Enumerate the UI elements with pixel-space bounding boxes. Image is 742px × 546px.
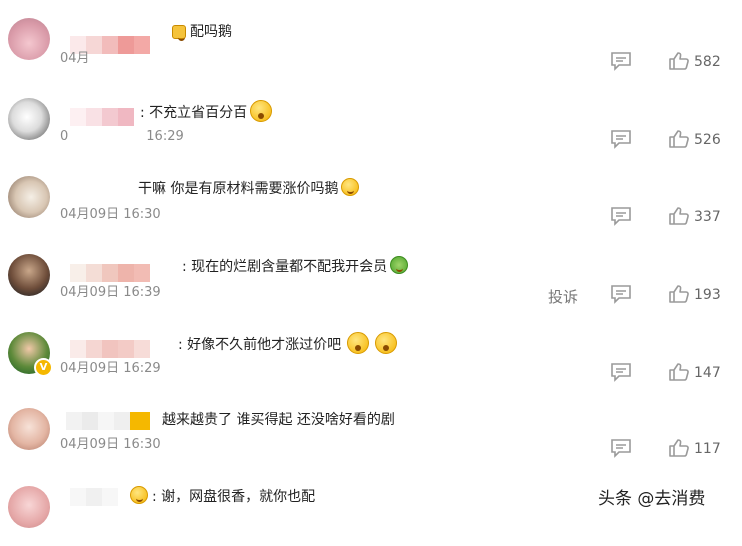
emoji-icon: [375, 332, 398, 354]
emoji-icon: [130, 486, 148, 504]
username-mosaic: [70, 488, 118, 506]
comment-item: 配吗鹅 04月 582: [0, 0, 742, 78]
emoji-icon: [250, 100, 273, 122]
comment-bubble-icon[interactable]: [610, 206, 632, 226]
comment-time: 04月09日 16:30: [60, 437, 161, 452]
comment-item: 干嘛 你是有原材料需要涨价吗鹅 04月09日 16:30 337: [0, 156, 742, 234]
thumbs-up-icon[interactable]: [668, 51, 690, 71]
report-button[interactable]: 投诉: [548, 286, 578, 307]
comment-bubble-icon[interactable]: [610, 51, 632, 71]
like-count: 193: [694, 287, 721, 303]
comment-time: 04月: [60, 51, 90, 66]
avatar[interactable]: [8, 254, 50, 296]
comment-line: 越来越贵了 谁买得起 还没啥好看的剧: [162, 410, 395, 430]
avatar[interactable]: [8, 176, 50, 218]
avatar[interactable]: [8, 486, 50, 528]
comment-line: 干嘛 你是有原材料需要涨价吗鹅: [138, 178, 360, 199]
thumbs-up-icon[interactable]: [668, 284, 690, 304]
comment-line: : 好像不久前他才涨过价吧: [178, 332, 398, 355]
username-mosaic: [66, 412, 150, 430]
username-mosaic: [70, 264, 150, 282]
like-count: 147: [694, 365, 721, 381]
comment-time: 0 16:29: [60, 128, 184, 146]
comment-text: 不充立省百分百: [149, 105, 248, 121]
comment-line: 配吗鹅: [172, 22, 232, 42]
avatar[interactable]: [8, 98, 50, 140]
comment-item: : 现在的烂剧含量都不配我开会员 04月09日 16:39 投诉 193: [0, 234, 742, 312]
verified-badge-icon: V: [34, 358, 53, 377]
comment-time: 04月09日 16:29: [60, 361, 161, 376]
comment-bubble-icon[interactable]: [610, 362, 632, 382]
avatar[interactable]: [8, 408, 50, 450]
emoji-icon: [172, 25, 186, 41]
comment-text: 干嘛 你是有原材料需要涨价吗鹅: [138, 181, 339, 197]
like-count: 526: [694, 132, 721, 148]
comment-text: 配吗鹅: [190, 24, 232, 40]
comment-item: 越来越贵了 谁买得起 还没啥好看的剧 04月09日 16:30 117: [0, 390, 742, 468]
time-prefix: 0: [60, 129, 69, 144]
watermark: 头条 @去消费: [598, 489, 706, 509]
comment-bubble-icon[interactable]: [610, 438, 632, 458]
comment-time: 04月09日 16:30: [60, 207, 161, 222]
username-mosaic: [70, 340, 150, 358]
name-colon: :: [182, 259, 187, 275]
thumbs-up-icon[interactable]: [668, 206, 690, 226]
comment-text: 好像不久前他才涨过价吧: [187, 337, 342, 353]
comment-bubble-icon[interactable]: [610, 129, 632, 149]
thumbs-up-icon[interactable]: [668, 362, 690, 382]
username-mosaic: [70, 108, 134, 126]
comment-bubble-icon[interactable]: [610, 284, 632, 304]
like-count: 582: [694, 54, 721, 70]
like-count: 117: [694, 441, 721, 457]
comment-text: 现在的烂剧含量都不配我开会员: [191, 259, 388, 275]
comment-item: : 不充立省百分百 0 16:29 526: [0, 78, 742, 156]
avatar[interactable]: [8, 18, 50, 60]
name-colon: :: [152, 489, 157, 505]
comment-line: : 现在的烂剧含量都不配我开会员: [182, 256, 409, 277]
comment-line: : 不充立省百分百: [140, 100, 273, 123]
like-count: 337: [694, 209, 721, 225]
comment-line: : 谢，网盘很香，就你也配: [130, 486, 315, 507]
comment-text: 越来越贵了 谁买得起 还没啥好看的剧: [162, 412, 395, 428]
comment-time: 04月09日 16:39: [60, 285, 161, 300]
emoji-icon: [390, 256, 409, 274]
time-tail: 16:29: [146, 129, 184, 144]
comment-item: V : 好像不久前他才涨过价吧 04月09日 16:29 147: [0, 312, 742, 390]
name-colon: :: [140, 105, 145, 121]
emoji-icon: [341, 178, 360, 196]
thumbs-up-icon[interactable]: [668, 129, 690, 149]
emoji-icon: [347, 332, 370, 354]
thumbs-up-icon[interactable]: [668, 438, 690, 458]
comment-text: 谢，网盘很香，就你也配: [161, 489, 316, 505]
name-colon: :: [178, 337, 183, 353]
